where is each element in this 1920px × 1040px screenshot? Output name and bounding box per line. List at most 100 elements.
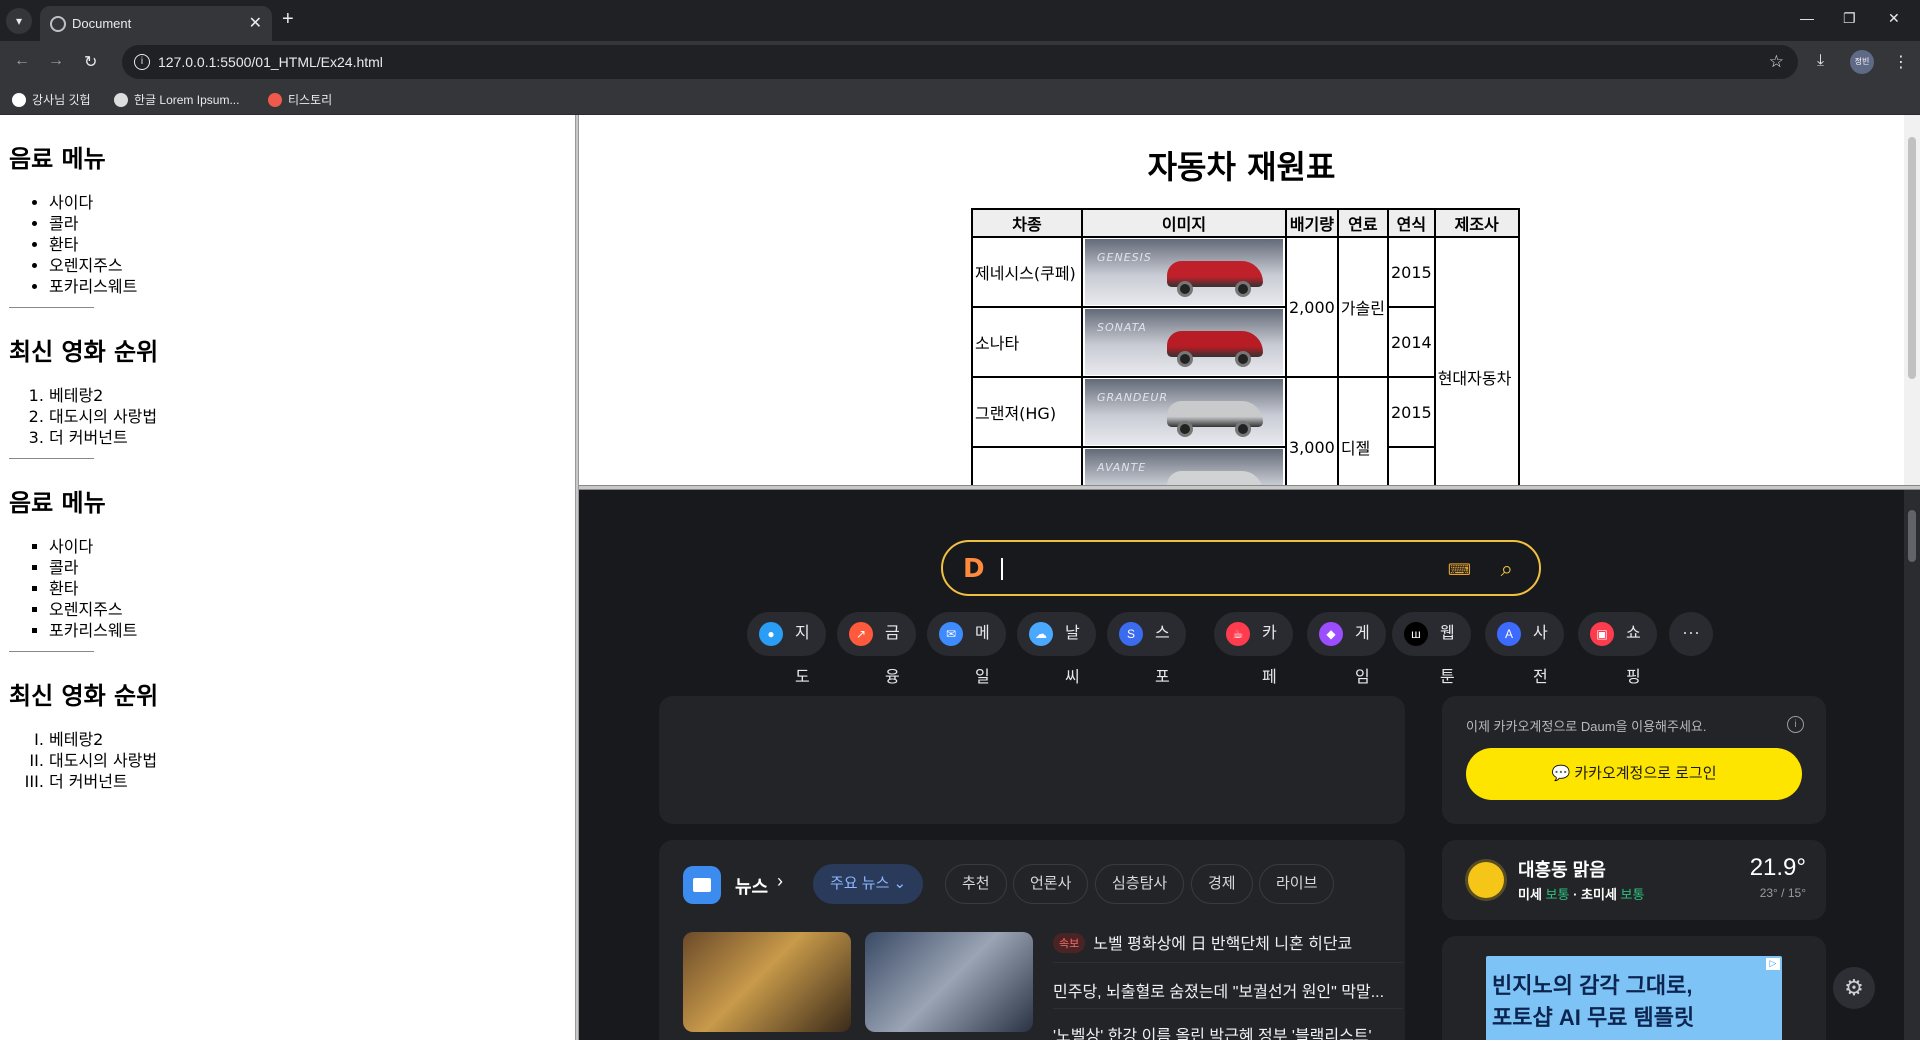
daum-frame: D ⌨ ⌕ ●지도 ↗금융 ✉메일 ☁날씨 S스포츠 ☕카페 ◆게임 ш웹툰 A… xyxy=(579,490,1920,1040)
list-item: 콜라 xyxy=(49,557,575,578)
tab-recommend[interactable]: 추천 xyxy=(945,864,1007,904)
menu-icon[interactable]: ⋮ xyxy=(1893,52,1909,72)
cafe-icon: ☕ xyxy=(1226,622,1250,646)
car-brand-text: GENESIS xyxy=(1097,251,1152,264)
tab-live[interactable]: 라이브 xyxy=(1259,864,1335,904)
bookmark-tistory[interactable]: 티스토리 xyxy=(268,91,332,108)
table-header-row: 차종 이미지 배기량 연료 연식 제조사 xyxy=(972,209,1519,237)
quick-link-finance[interactable]: ↗ 금융 xyxy=(837,612,916,686)
divider xyxy=(9,651,94,652)
quick-link-dictionary[interactable]: A 사전 xyxy=(1485,612,1564,686)
close-tab-icon[interactable]: ✕ xyxy=(249,13,262,33)
keyboard-icon[interactable]: ⌨ xyxy=(1448,560,1471,580)
list-item: 사이다 xyxy=(49,536,575,557)
tab-search-button[interactable]: ▾ xyxy=(6,8,32,34)
dust-status: 미세 보통 · 초미세 보통 xyxy=(1518,887,1645,902)
restore-icon[interactable]: ❐ xyxy=(1843,10,1856,27)
new-tab-button[interactable]: + xyxy=(282,8,294,31)
ad-choices-icon[interactable]: ▷ xyxy=(1766,958,1780,970)
tab-document[interactable]: Document ✕ xyxy=(40,6,272,41)
car-wheel xyxy=(1235,421,1251,437)
list-item: 더 커버넌트 xyxy=(49,427,575,448)
login-prompt: 이제 카카오계정으로 Daum을 이용해주세요. xyxy=(1466,719,1707,734)
divider xyxy=(1053,1008,1403,1009)
site-info-icon[interactable]: i xyxy=(134,54,150,70)
model-cell xyxy=(972,447,1082,485)
quick-link-sports[interactable]: S스포츠 xyxy=(1107,612,1186,730)
info-icon[interactable]: i xyxy=(1787,716,1804,733)
ad-line: 빈지노의 감각 그대로, xyxy=(1492,973,1693,998)
news-headline[interactable]: '노벨상' 한강 이름 올린 박근혜 정부 '블랙리스트' xyxy=(1053,1022,1372,1040)
list-item: 대도시의 사랑법 xyxy=(49,406,575,427)
news-thumbnail[interactable] xyxy=(683,932,851,1032)
chevron-right-icon[interactable]: › xyxy=(777,871,783,892)
quick-link-mail[interactable]: ✉ 메일 xyxy=(927,612,1006,686)
minimize-icon[interactable]: — xyxy=(1800,10,1814,26)
list-item: 대도시의 사랑법 xyxy=(49,750,575,771)
ad-card: ▷ 빈지노의 감각 그대로, 포토샵 AI 무료 템플릿 xyxy=(1442,936,1826,1040)
sports-icon: S xyxy=(1119,622,1143,646)
list-item: 콜라 xyxy=(49,213,575,234)
daum-logo-icon: D xyxy=(963,554,985,584)
quick-link-game[interactable]: ◆ 게임 xyxy=(1307,612,1386,686)
back-icon[interactable]: ← xyxy=(14,52,30,70)
bookmark-github[interactable]: 강사님 깃헙 xyxy=(12,91,91,108)
news-thumbnail[interactable] xyxy=(865,932,1033,1032)
car-brand-text: GRANDEUR xyxy=(1097,391,1169,404)
news-headline[interactable]: 속보 노벨 평화상에 日 반핵단체 니혼 히단쿄 xyxy=(1053,930,1352,954)
column-header: 연식 xyxy=(1387,209,1435,237)
car-wheel xyxy=(1235,281,1251,297)
quick-link-map[interactable]: ● 지도 xyxy=(747,612,826,686)
close-window-icon[interactable]: ✕ xyxy=(1888,10,1900,27)
quick-link-shopping[interactable]: ▣ 쇼핑 xyxy=(1578,612,1657,686)
news-headline[interactable]: 민주당, 뇌출혈로 숨졌는데 "보궐선거 원인" 막말... xyxy=(1053,978,1384,1002)
model-cell: 제네시스(쿠페) xyxy=(972,237,1082,307)
scrollbar-thumb[interactable] xyxy=(1908,137,1916,379)
tab-press[interactable]: 언론사 xyxy=(1013,864,1089,904)
ad-banner[interactable]: ▷ 빈지노의 감각 그대로, 포토샵 AI 무료 템플릿 xyxy=(1486,956,1782,1040)
weather-location: 대흥동 맑음 xyxy=(1518,860,1606,880)
year-cell: 2014 xyxy=(1387,307,1435,377)
image-cell: GENESIS xyxy=(1082,237,1286,307)
news-title[interactable]: 뉴스 xyxy=(735,873,768,899)
section-heading: 최신 영화 순위 xyxy=(9,682,159,710)
sun-icon xyxy=(1468,862,1504,898)
scrollbar-thumb[interactable] xyxy=(1908,510,1916,562)
search-box[interactable]: D ⌨ ⌕ xyxy=(941,540,1541,596)
quick-link-webtoon[interactable]: ш 웹툰 xyxy=(1392,612,1471,686)
download-icon[interactable]: ⤓ xyxy=(1817,52,1824,70)
displacement-cell: 3,000 xyxy=(1286,377,1338,485)
profile-avatar[interactable]: 정빈 xyxy=(1850,50,1874,74)
divider xyxy=(9,307,94,308)
forward-icon[interactable]: → xyxy=(48,52,64,70)
search-icon[interactable]: ⌕ xyxy=(1501,556,1513,582)
tab-title: Document xyxy=(72,16,132,31)
bookmark-lorem[interactable]: 한글 Lorem Ipsum... xyxy=(114,91,239,108)
bookmark-star-icon[interactable]: ☆ xyxy=(1769,52,1784,72)
globe-icon xyxy=(50,16,66,32)
kakao-login-button[interactable]: 💬 카카오계정으로 로그인 xyxy=(1466,748,1802,800)
section-heading: 음료 메뉴 xyxy=(9,145,106,173)
mail-icon: ✉ xyxy=(939,622,963,646)
daum-frame-scrollbar[interactable] xyxy=(1904,490,1920,1040)
weather-card[interactable]: 대흥동 맑음 미세 보통 · 초미세 보통 21.9° 23° / 15° xyxy=(1442,840,1826,920)
reload-icon[interactable]: ↻ xyxy=(84,52,97,72)
quick-link-cafe[interactable]: ☕ 카페 xyxy=(1214,612,1293,686)
car-image: GENESIS xyxy=(1085,239,1283,305)
section-heading: 음료 메뉴 xyxy=(9,489,106,517)
tab-investigation[interactable]: 심층탐사 xyxy=(1095,864,1185,904)
car-image: GRANDEUR xyxy=(1085,379,1283,445)
quick-link-weather[interactable]: ☁ 날씨 xyxy=(1017,612,1096,686)
more-links-button[interactable]: ··· xyxy=(1669,612,1713,656)
address-bar[interactable]: i 127.0.0.1:5500/01_HTML/Ex24.html ☆ xyxy=(122,45,1798,79)
tab-economy[interactable]: 경제 xyxy=(1191,864,1253,904)
speech-bubble-icon: 💬 xyxy=(1551,765,1575,782)
car-frame-scrollbar[interactable] xyxy=(1904,115,1920,485)
tab-main-news[interactable]: 주요 뉴스 ⌄ xyxy=(813,864,924,904)
current-temperature: 21.9° xyxy=(1749,854,1806,881)
settings-gear-icon[interactable]: ⚙ xyxy=(1833,967,1875,1009)
list-item: 환타 xyxy=(49,578,575,599)
banner-card xyxy=(659,696,1405,824)
chevron-down-icon: ⌄ xyxy=(893,875,907,892)
tab-strip: ▾ Document ✕ + — ❐ ✕ xyxy=(0,0,1920,41)
